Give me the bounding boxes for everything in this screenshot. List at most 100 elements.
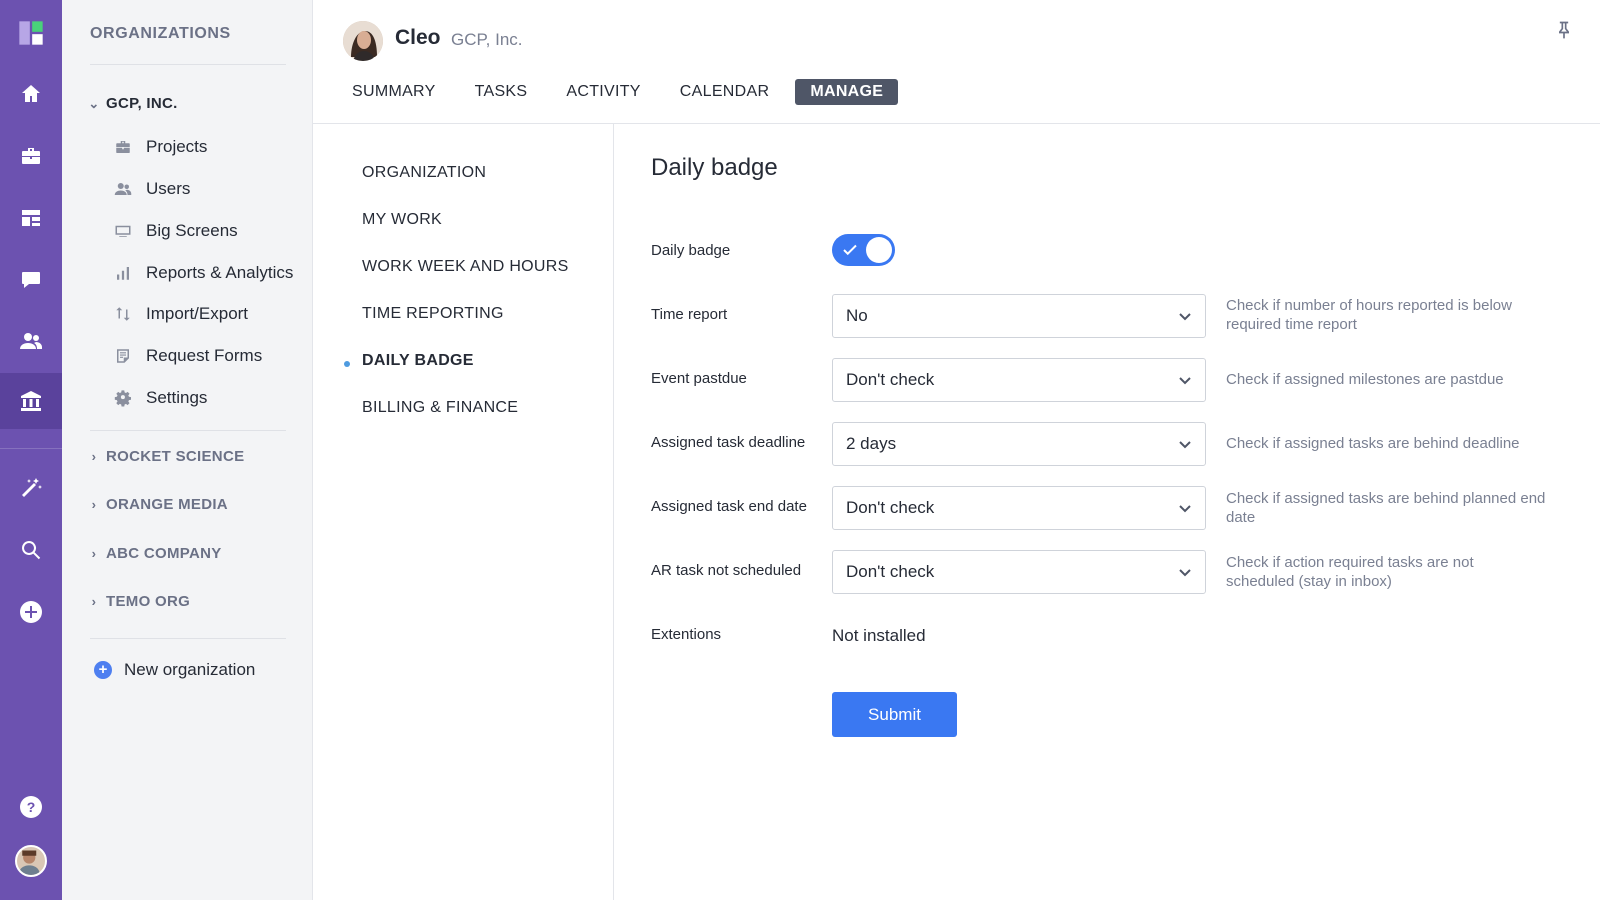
users-icon[interactable]: [0, 316, 62, 366]
chat-icon[interactable]: [0, 255, 62, 305]
rail-divider: [0, 448, 62, 449]
tab-tasks[interactable]: TASKS: [462, 78, 541, 106]
org-item-label: Users: [146, 179, 191, 198]
time-report-label: Time report: [651, 306, 728, 323]
org-name: ORANGE MEDIA: [106, 496, 228, 513]
chevron-down-icon: ⌄: [88, 95, 100, 111]
assigned-task-end-date-hint: Check if assigned tasks are behind plann…: [1226, 490, 1546, 526]
pin-icon[interactable]: [1554, 20, 1574, 40]
org-item-reports-analytics[interactable]: Reports & Analytics: [114, 263, 293, 283]
org-item-label: Request Forms: [146, 346, 263, 365]
org-item-settings[interactable]: Settings: [114, 388, 207, 408]
select-value: 2 days: [846, 434, 897, 453]
settings-nav-daily-badge[interactable]: DAILY BADGE: [362, 352, 474, 370]
user-organization: GCP, Inc.: [451, 30, 523, 49]
chevron-down-icon: [1177, 372, 1193, 388]
toggle-knob: [866, 237, 892, 263]
page-title: Daily badge: [651, 154, 778, 181]
ar-task-not-scheduled-select[interactable]: Don't check: [832, 550, 1206, 594]
settings-nav-organization[interactable]: ORGANIZATION: [362, 164, 486, 182]
time-report-select[interactable]: No: [832, 294, 1206, 338]
select-value: Don't check: [846, 498, 935, 517]
assigned-task-end-date-label: Assigned task end date: [651, 498, 807, 515]
logo-icon[interactable]: [0, 8, 62, 58]
tab-activity[interactable]: ACTIVITY: [553, 78, 653, 106]
user-avatar[interactable]: [15, 845, 47, 877]
extensions-value: Not installed: [832, 626, 926, 645]
tab-summary[interactable]: SUMMARY: [339, 78, 449, 106]
divider: [90, 638, 286, 639]
chevron-down-icon: [1177, 564, 1193, 580]
check-icon: [841, 241, 859, 259]
magic-wand-icon[interactable]: [0, 463, 62, 513]
chevron-down-icon: [1177, 436, 1193, 452]
submit-button[interactable]: Submit: [832, 692, 957, 737]
page-header: Cleo GCP, Inc. SUMMARY TASKS ACTIVITY CA…: [313, 0, 1600, 124]
assigned-task-deadline-label: Assigned task deadline: [651, 434, 806, 451]
svg-text:?: ?: [27, 799, 36, 815]
org-item-projects[interactable]: Projects: [114, 137, 207, 157]
org-item-label: Reports & Analytics: [146, 263, 294, 282]
org-item-label: Projects: [146, 137, 208, 156]
event-pastdue-hint: Check if assigned milestones are pastdue: [1226, 371, 1504, 388]
user-avatar[interactable]: [343, 21, 383, 61]
bar-chart-icon: [114, 264, 132, 282]
tab-calendar[interactable]: CALENDAR: [667, 78, 783, 106]
org-item-big-screens[interactable]: Big Screens: [114, 221, 238, 241]
org-gcp-inc[interactable]: ⌄ GCP, INC.: [86, 95, 178, 112]
time-report-hint: Check if number of hours reported is bel…: [1226, 297, 1512, 333]
bank-icon[interactable]: [0, 373, 62, 429]
select-value: Don't check: [846, 370, 935, 389]
divider: [90, 64, 286, 65]
org-item-users[interactable]: Users: [114, 179, 190, 199]
users-icon: [114, 180, 132, 198]
org-item-import-export[interactable]: Import/Export: [114, 304, 248, 324]
monitor-icon: [114, 222, 132, 240]
help-icon[interactable]: ?: [0, 782, 62, 832]
chevron-right-icon: ›: [91, 497, 97, 512]
org-temo-org[interactable]: › TEMO ORG: [86, 593, 190, 610]
org-name: ROCKET SCIENCE: [106, 448, 245, 465]
chevron-right-icon: ›: [91, 594, 97, 609]
org-rocket-science[interactable]: › ROCKET SCIENCE: [86, 448, 244, 465]
settings-nav-my-work[interactable]: MY WORK: [362, 211, 442, 229]
briefcase-icon: [114, 138, 132, 156]
select-value: No: [846, 306, 868, 325]
chevron-down-icon: [1177, 308, 1193, 324]
org-item-label: Import/Export: [146, 304, 249, 323]
org-orange-media[interactable]: › ORANGE MEDIA: [86, 496, 228, 513]
settings-nav-work-week-and-hours[interactable]: WORK WEEK AND HOURS: [362, 258, 569, 276]
select-value: Don't check: [846, 562, 935, 581]
org-item-label: Settings: [146, 388, 208, 407]
daily-badge-toggle[interactable]: [832, 234, 895, 266]
home-icon[interactable]: [0, 69, 62, 119]
active-indicator-dot: [344, 361, 350, 367]
org-name: ABC COMPANY: [106, 545, 222, 562]
search-icon[interactable]: [0, 525, 62, 575]
user-name: Cleo: [395, 26, 441, 49]
assigned-task-end-date-select[interactable]: Don't check: [832, 486, 1206, 530]
plus-icon: +: [94, 661, 112, 679]
app-rail: ?: [0, 0, 62, 900]
org-item-request-forms[interactable]: Request Forms: [114, 346, 262, 366]
new-organization-label: New organization: [124, 660, 256, 679]
daily-badge-label: Daily badge: [651, 242, 731, 259]
tab-manage[interactable]: MANAGE: [795, 79, 899, 105]
briefcase-icon[interactable]: [0, 131, 62, 181]
chevron-down-icon: [1177, 500, 1193, 516]
org-name: GCP, INC.: [106, 95, 178, 112]
dashboard-icon[interactable]: [0, 193, 62, 243]
organizations-panel: ORGANIZATIONS ⌄ GCP, INC. Projects Users…: [62, 0, 313, 900]
event-pastdue-label: Event pastdue: [651, 370, 747, 387]
new-organization-button[interactable]: + New organization: [94, 660, 255, 680]
event-pastdue-select[interactable]: Don't check: [832, 358, 1206, 402]
ar-task-not-scheduled-label: AR task not scheduled: [651, 562, 802, 579]
settings-nav-time-reporting[interactable]: TIME REPORTING: [362, 305, 504, 323]
org-abc-company[interactable]: › ABC COMPANY: [86, 545, 222, 562]
ar-task-not-scheduled-hint: Check if action required tasks are not s…: [1226, 554, 1474, 590]
settings-nav: ORGANIZATION MY WORK WORK WEEK AND HOURS…: [313, 124, 614, 900]
chevron-right-icon: ›: [91, 449, 97, 464]
assigned-task-deadline-select[interactable]: 2 days: [832, 422, 1206, 466]
add-circle-icon[interactable]: [0, 587, 62, 637]
settings-nav-billing-finance[interactable]: BILLING & FINANCE: [362, 399, 518, 417]
